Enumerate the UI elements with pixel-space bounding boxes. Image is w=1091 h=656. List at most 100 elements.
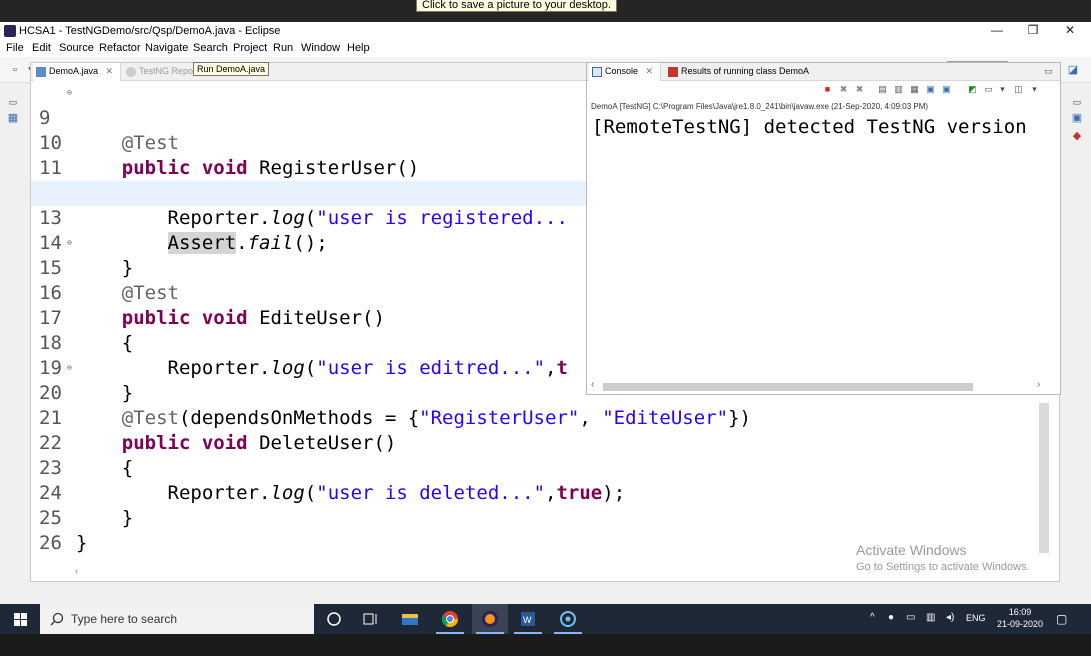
display-console-icon[interactable]: ▭ (983, 84, 994, 95)
eclipse-icon[interactable] (472, 604, 508, 634)
search-icon (50, 612, 64, 626)
code-line: 26 (31, 506, 1059, 554)
testng-icon (668, 67, 678, 77)
tab-close-icon[interactable]: ✕ (646, 66, 654, 76)
show-hidden-icons[interactable]: ^ (870, 612, 875, 623)
code-line: 25 } (31, 481, 1059, 554)
taskbar-search[interactable]: Type here to search (40, 604, 314, 634)
dropdown-icon[interactable]: ▾ (997, 84, 1008, 95)
console-horizontal-scrollbar[interactable]: ‹ › (591, 379, 1046, 393)
tab-label: TestNG Repo (139, 66, 194, 76)
pin-console-icon[interactable]: ◩ (967, 84, 978, 95)
title-bar: HCSA1 - TestNGDemo/src/Qsp/DemoA.java - … (0, 22, 1091, 40)
window-title: HCSA1 - TestNGDemo/src/Qsp/DemoA.java - … (19, 25, 281, 37)
restore-view-icon[interactable]: ▭ (6, 95, 20, 109)
console-toolbar: ■ ✖ ✖ ▤ ▥ ▦ ▣ ▣ ◩ ▭ ▾ ◫ ▾ (817, 84, 1057, 98)
clock-date: 21-09-2020 (996, 619, 1044, 629)
language-indicator[interactable]: ENG (966, 613, 986, 623)
menu-project[interactable]: Project (233, 42, 267, 54)
tab-testng-report[interactable]: TestNG Repo (123, 63, 193, 81)
console-icon (592, 67, 602, 77)
eclipse-app-icon (4, 25, 16, 37)
menu-bar: File Edit Source Refactor Navigate Searc… (0, 40, 1091, 57)
scroll-right-icon[interactable]: › (1037, 379, 1040, 390)
desktop-bottom-strip (0, 634, 1091, 656)
code-line: 22 { (31, 406, 1059, 479)
clock-time: 16:09 (1008, 607, 1032, 617)
editor-tab-bar: DemoA.java ✕ TestNG Repo (31, 63, 588, 81)
scroll-lock-icon[interactable]: ▥ (893, 84, 904, 95)
task-view-icon[interactable] (352, 604, 388, 634)
file-explorer-icon[interactable] (392, 604, 428, 634)
line-number: 26 (39, 532, 62, 554)
java-file-icon (36, 67, 46, 77)
tab-demoa-java[interactable]: DemoA.java ✕ (33, 63, 121, 81)
network-icon[interactable]: ▥ (926, 612, 935, 623)
tab-testng-results[interactable]: Results of running class DemoA (665, 63, 809, 81)
activate-subtitle: Go to Settings to activate Windows. (856, 561, 1030, 573)
microphone-icon[interactable]: ● (888, 612, 894, 623)
screenshot-tooltip: Click to save a picture to your desktop. (416, 0, 617, 12)
left-trim-stack: ▭ ▦ (4, 65, 24, 125)
outline-icon[interactable]: ▣ (1070, 111, 1084, 125)
close-window-button[interactable]: ✕ (1055, 23, 1085, 39)
svg-text:W: W (523, 615, 532, 625)
word-wrap-icon[interactable]: ▦ (909, 84, 920, 95)
show-on-error-icon[interactable]: ▣ (941, 84, 952, 95)
cortana-icon[interactable] (316, 604, 352, 634)
package-explorer-icon[interactable]: ▦ (6, 111, 20, 125)
minimize-button[interactable]: — (982, 23, 1012, 39)
menu-edit[interactable]: Edit (32, 42, 51, 54)
terminate-icon[interactable]: ■ (822, 84, 833, 95)
code-line: 24 } (31, 456, 1059, 529)
menu-run[interactable]: Run (273, 42, 293, 54)
menu-refactor[interactable]: Refactor (99, 42, 141, 54)
snipping-tool-icon[interactable] (550, 604, 586, 634)
minimize-view-icon[interactable]: ▭ (1043, 66, 1054, 77)
console-vertical-scrollbar[interactable] (1048, 99, 1059, 379)
restore-view-icon[interactable]: ▭ (1070, 95, 1084, 109)
open-console-icon[interactable]: ◫ (1013, 84, 1024, 95)
show-on-output-icon[interactable]: ▣ (925, 84, 936, 95)
clear-console-icon[interactable]: ▤ (877, 84, 888, 95)
tab-console[interactable]: Console ✕ (589, 63, 661, 81)
start-button[interactable] (0, 604, 40, 634)
chrome-icon[interactable] (432, 604, 468, 634)
right-trim-stack: ▭ ▣ ◆ (1066, 65, 1088, 145)
scroll-left-icon[interactable]: ‹ (591, 379, 594, 390)
volume-icon[interactable]: ◂) (946, 612, 954, 623)
dropdown-icon[interactable]: ▾ (1029, 84, 1040, 95)
browser-icon (126, 67, 136, 77)
windows-logo-icon (14, 613, 27, 626)
notifications-icon[interactable]: ▢ (1056, 612, 1067, 626)
tab-label: Results of running class DemoA (681, 66, 810, 76)
windows-taskbar: Type here to search W ^ ● ▭ ▥ ◂) ENG 16:… (0, 604, 1091, 634)
console-view: Console ✕ Results of running class DemoA… (586, 62, 1061, 395)
launch-description: DemoA [TestNG] C:\Program Files\Java\jre… (591, 102, 929, 111)
scroll-thumb[interactable] (603, 383, 973, 391)
console-tab-bar: Console ✕ Results of running class DemoA… (587, 63, 1060, 81)
menu-search[interactable]: Search (193, 42, 228, 54)
battery-icon[interactable]: ▭ (906, 612, 915, 623)
activate-title: Activate Windows (856, 542, 967, 558)
clock[interactable]: 16:09 21-09-2020 (990, 606, 1050, 630)
remove-launch-icon[interactable]: ✖ (838, 84, 849, 95)
run-tooltip: Run DemoA.java (193, 62, 270, 76)
menu-source[interactable]: Source (59, 42, 94, 54)
console-output[interactable]: [RemoteTestNG] detected TestNG version (592, 114, 1047, 144)
menu-window[interactable]: Window (301, 42, 340, 54)
activate-windows-watermark: Activate Windows Go to Settings to activ… (856, 542, 1030, 573)
testng-view-icon[interactable]: ◆ (1070, 129, 1084, 143)
restore-button[interactable]: ❐ (1018, 23, 1048, 39)
tab-close-icon[interactable]: ✕ (106, 66, 114, 76)
menu-file[interactable]: File (6, 42, 24, 54)
menu-navigate[interactable]: Navigate (145, 42, 188, 54)
editor-vertical-scrollbar[interactable] (1039, 403, 1049, 553)
remove-all-icon[interactable]: ✖ (854, 84, 865, 95)
menu-help[interactable]: Help (347, 42, 370, 54)
tab-label: Console (605, 66, 639, 76)
word-icon[interactable]: W (510, 604, 546, 634)
tab-label: DemoA.java (49, 66, 99, 76)
search-placeholder: Type here to search (71, 612, 178, 626)
code-line: 23 Reporter.log("user is deleted...",tru… (31, 431, 1059, 504)
